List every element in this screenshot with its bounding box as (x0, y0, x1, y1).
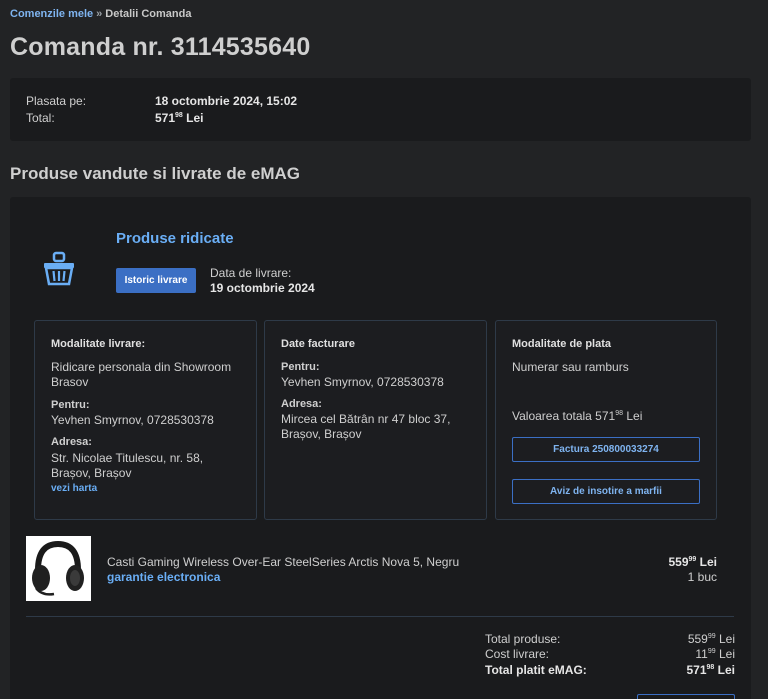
delivery-for-label: Pentru: (51, 399, 90, 411)
breadcrumb-separator: » (96, 8, 103, 20)
billing-title: Date facturare (281, 338, 355, 350)
headphones-icon (32, 540, 84, 596)
view-map-link[interactable]: vezi harta (51, 483, 97, 494)
totals-products-currency: Lei (718, 632, 735, 646)
totals-paid-value: 57198 Lei (686, 663, 735, 677)
product-name[interactable]: Casti Gaming Wireless Over-Ear SteelSeri… (107, 555, 459, 569)
delivery-address-label: Adresa: (51, 436, 92, 448)
totals-shipping-dec: 99 (707, 648, 716, 655)
delivery-date-value: 19 octombrie 2024 (210, 281, 315, 295)
total-value: 57198 Lei (155, 111, 204, 125)
totals-shipping-currency: Lei (718, 647, 735, 661)
payment-total: Valoarea totala 57198 Lei (512, 406, 642, 424)
delivery-method-title: Modalitate livrare: (51, 338, 146, 350)
section-title: Produse vandute si livrate de eMAG (10, 164, 301, 183)
delivery-method-box: Modalitate livrare: Ridicare personala d… (34, 320, 257, 520)
payment-total-dec: 98 (615, 410, 623, 417)
breadcrumb-current: Detalii Comanda (105, 8, 192, 20)
totals-paid-label: Total platit eMAG: (485, 663, 587, 677)
order-summary-card: Plasata pe: 18 octombrie 2024, 15:02 Tota… (10, 78, 751, 141)
invoice-button[interactable]: Factura 250800033274 (512, 437, 700, 462)
warranty-link[interactable]: garantie electronica (107, 570, 220, 584)
placed-label: Plasata pe: (26, 94, 87, 108)
totals-products-label: Total produse: (485, 632, 561, 646)
breadcrumb-link-orders[interactable]: Comenzile mele (10, 8, 93, 20)
delivery-history-button[interactable]: Istoric livrare (116, 268, 196, 293)
payment-total-prefix: Valoarea totala 571 (512, 409, 616, 423)
product-image[interactable] (26, 536, 91, 601)
delivery-for-value: Yevhen Smyrnov, 0728530378 (51, 413, 214, 427)
total-currency: Lei (186, 111, 204, 125)
totals-paid-int: 571 (686, 663, 707, 677)
product-price-currency: Lei (699, 555, 717, 569)
shipment-status: Produse ridicate (116, 230, 234, 247)
totals-products-value: 55999 Lei (688, 632, 735, 646)
delivery-date-label: Data de livrare: (210, 266, 292, 280)
payment-method: Numerar sau ramburs (512, 360, 629, 374)
billing-address-line2: Brașov, Brașov (281, 427, 362, 441)
totals-shipping-label: Cost livrare: (485, 647, 550, 661)
payment-total-currency: Lei (626, 409, 643, 423)
totals-products-dec: 99 (707, 633, 716, 640)
billing-address-label: Adresa: (281, 398, 322, 410)
delivery-method-line2: Brasov (51, 375, 89, 389)
breadcrumb: Comenzile mele» Detalii Comanda (10, 8, 191, 20)
totals-products-int: 559 (687, 632, 708, 646)
billing-box: Date facturare Pentru: Yevhen Smyrnov, 0… (264, 320, 487, 520)
placed-row: Plasata pe: 18 octombrie 2024, 15:02 (26, 94, 297, 108)
divider (26, 616, 734, 617)
totals-paid-currency: Lei (717, 663, 735, 677)
payment-box: Modalitate de plata Numerar sau ramburs … (495, 320, 717, 520)
delivery-address-line2: Brașov, Brașov (51, 466, 132, 480)
delivery-address-line1: Str. Nicolae Titulescu, nr. 58, (51, 451, 204, 465)
totals-paid-dec: 98 (706, 664, 715, 671)
page-title: Comanda nr. 3114535640 (10, 33, 311, 61)
billing-for-label: Pentru: (281, 361, 320, 373)
delivery-notice-button[interactable]: Aviz de insotire a marfii (512, 479, 700, 504)
payment-title: Modalitate de plata (512, 338, 612, 350)
product-price: 55999 Lei (668, 555, 717, 569)
partial-action-button[interactable] (637, 694, 735, 699)
delivery-method-line1: Ridicare personala din Showroom (51, 360, 232, 374)
total-dec: 98 (175, 112, 183, 119)
placed-value: 18 octombrie 2024, 15:02 (155, 94, 298, 108)
totals-shipping-int: 11 (695, 647, 708, 661)
product-price-dec: 99 (688, 556, 697, 563)
product-price-int: 559 (668, 555, 689, 569)
shipment-card: Produse ridicate Istoric livrare Data de… (10, 197, 751, 699)
billing-address-line1: Mircea cel Bătrân nr 47 bloc 37, (281, 412, 451, 426)
billing-for-value: Yevhen Smyrnov, 0728530378 (281, 375, 444, 389)
product-quantity: 1 buc (687, 570, 717, 584)
total-int: 571 (155, 111, 176, 125)
basket-icon (44, 251, 74, 286)
totals-shipping-value: 1199 Lei (695, 647, 735, 661)
total-row: Total: 57198 Lei (26, 111, 204, 125)
total-label: Total: (26, 111, 55, 125)
